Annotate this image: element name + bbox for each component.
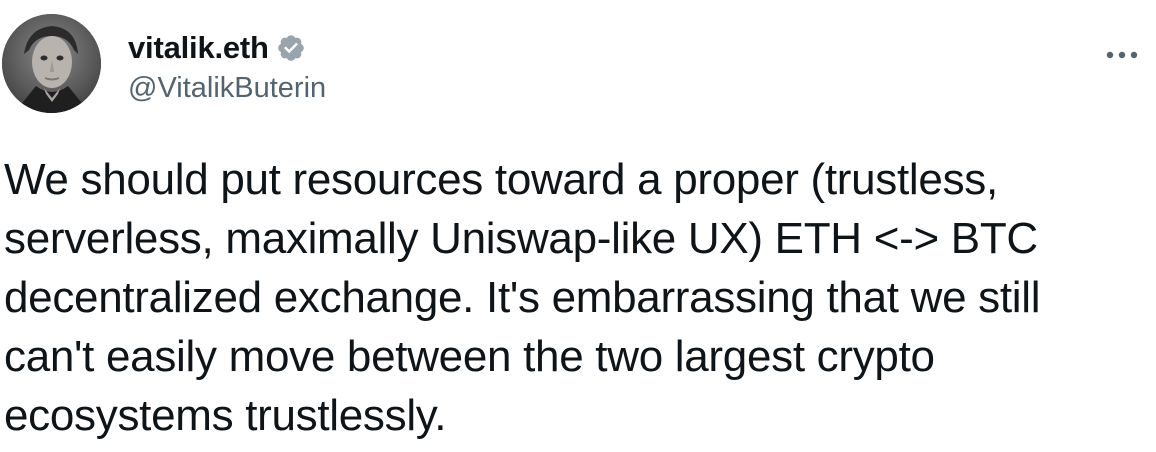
tweet-card: vitalik.eth @VitalikButerin We should pu… (0, 0, 1156, 452)
user-info: vitalik.eth @VitalikButerin (128, 28, 326, 105)
tweet-text: We should put resources toward a proper … (4, 155, 1041, 440)
avatar-image (2, 14, 101, 113)
user-handle[interactable]: @VitalikButerin (128, 72, 326, 105)
more-options-button[interactable] (1100, 40, 1144, 70)
verified-badge-icon (276, 33, 306, 63)
name-row: vitalik.eth (128, 28, 326, 68)
display-name[interactable]: vitalik.eth (128, 30, 269, 66)
avatar[interactable] (2, 14, 101, 113)
tweet-header: vitalik.eth @VitalikButerin (2, 14, 1152, 114)
more-options-icon (1106, 51, 1138, 59)
